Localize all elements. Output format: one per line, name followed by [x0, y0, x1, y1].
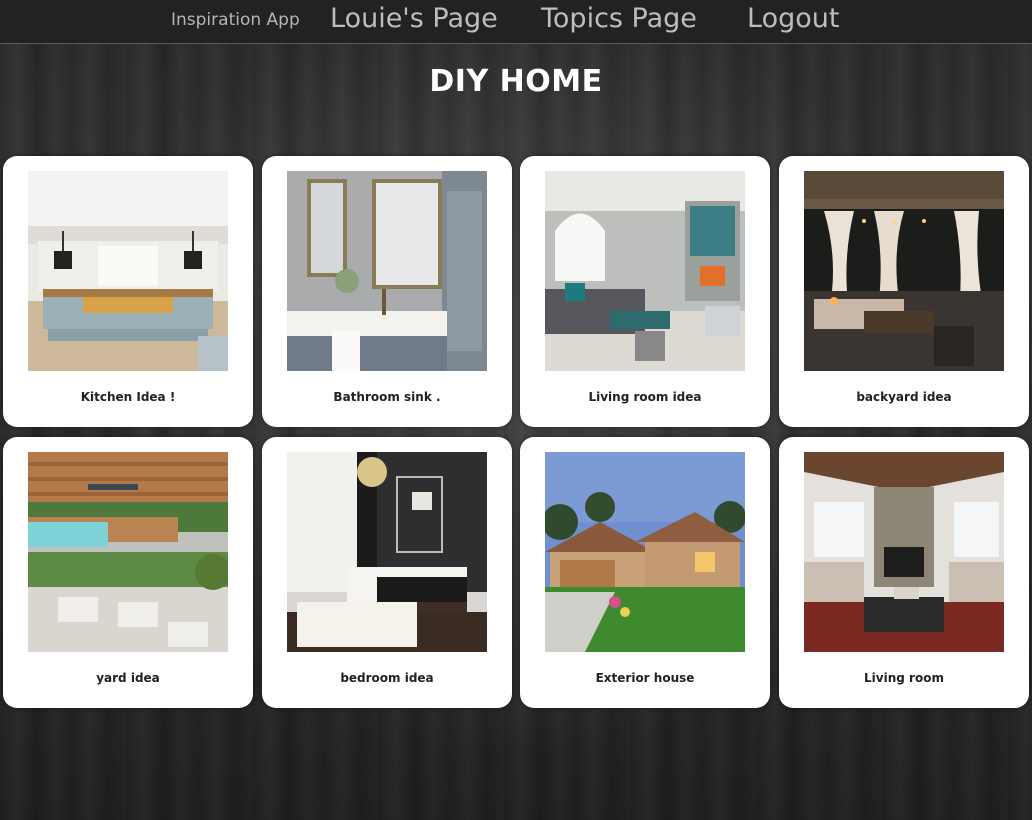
card-caption: backyard idea	[856, 390, 952, 404]
card-caption: Bathroom sink .	[333, 390, 441, 404]
bedroom-photo[interactable]	[287, 452, 487, 652]
idea-card-yard[interactable]: yard idea	[3, 437, 253, 708]
top-navbar: Inspiration App Louie's Page Topics Page…	[0, 0, 1032, 44]
card-caption: Kitchen Idea !	[80, 390, 176, 404]
nav-link-louies-page[interactable]: Louie's Page	[330, 3, 498, 34]
backyard-photo[interactable]	[804, 171, 1004, 371]
idea-card-living-room-2[interactable]: Living room	[779, 437, 1029, 708]
living-room-photo[interactable]	[545, 171, 745, 371]
kitchen-photo[interactable]	[28, 171, 228, 371]
nav-link-logout[interactable]: Logout	[747, 3, 839, 34]
idea-card-backyard[interactable]: backyard idea	[779, 156, 1029, 427]
living-room-2-photo[interactable]	[804, 452, 1004, 652]
idea-card-kitchen[interactable]: Kitchen Idea !	[3, 156, 253, 427]
bathroom-photo[interactable]	[287, 171, 487, 371]
card-caption: Living room idea	[588, 390, 702, 404]
nav-link-topics-page[interactable]: Topics Page	[541, 3, 697, 34]
page-title: DIY HOME	[429, 64, 603, 99]
card-caption: Exterior house	[595, 671, 695, 685]
idea-card-bathroom[interactable]: Bathroom sink .	[262, 156, 512, 427]
idea-card-exterior-house[interactable]: Exterior house	[520, 437, 770, 708]
card-caption: Living room	[864, 671, 944, 685]
yard-photo[interactable]	[28, 452, 228, 652]
idea-card-living-room[interactable]: Living room idea	[520, 156, 770, 427]
card-caption: yard idea	[96, 671, 160, 685]
app-brand-link[interactable]: Inspiration App	[171, 10, 300, 30]
idea-card-bedroom[interactable]: bedroom idea	[262, 437, 512, 708]
card-caption: bedroom idea	[340, 671, 434, 685]
exterior-house-photo[interactable]	[545, 452, 745, 652]
